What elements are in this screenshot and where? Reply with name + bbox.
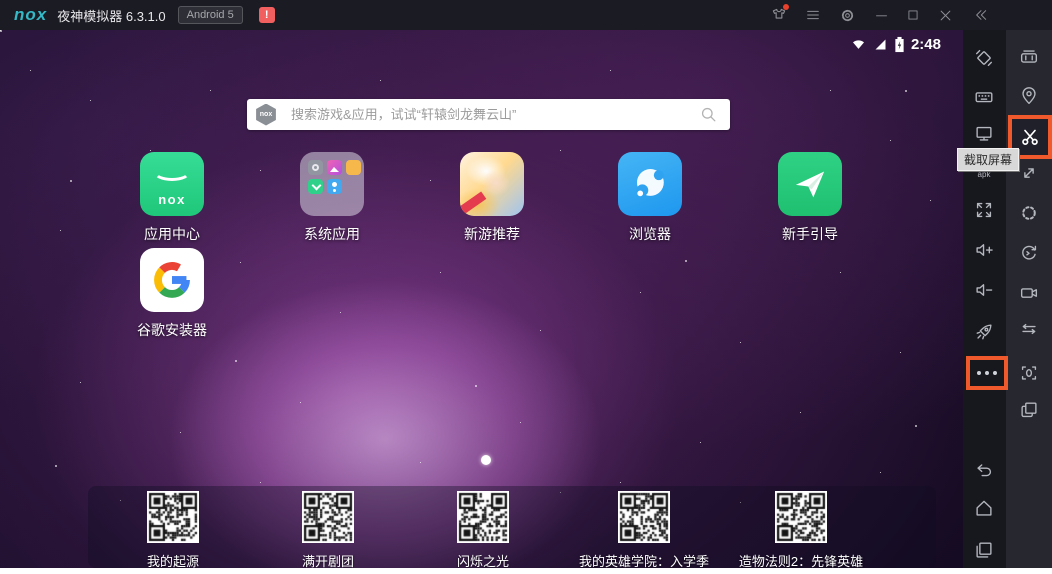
window-title: 夜神模拟器 6.3.1.0 [57,8,166,24]
apk-text: apk [977,169,991,179]
stars-layer-bright [0,30,2,32]
page-indicator-dot [481,455,491,465]
highlight-box-more [966,356,1008,390]
qr-label: 我的英雄学院：入学季 [578,554,709,568]
new-games-icon [460,152,524,216]
qr-dock: 我的起源 满开剧团 闪烁之光 我的英雄学院：入学季 造物法则2：先锋英雄 [88,486,936,568]
download-mini-icon [308,179,323,194]
minimize-icon[interactable] [869,3,893,27]
video-camera-icon[interactable] [1017,281,1041,305]
signal-icon [875,39,886,50]
my-computer-icon[interactable] [972,121,996,145]
app-google-installer[interactable]: 谷歌安装器 [124,248,220,340]
window-bottom-margin [0,568,1052,574]
qr-code [775,491,827,543]
browser-icon [618,152,682,216]
fullscreen-icon[interactable] [972,198,996,222]
qr-label: 闪烁之光 [456,554,509,568]
battery-charging-icon [895,36,904,53]
search-input[interactable] [289,106,691,123]
menu-icon[interactable] [801,3,825,27]
screenshot-scissors-icon[interactable] [1018,125,1042,149]
qr-item: 我的起源 [93,491,253,568]
nox-wordmark: nox [158,192,186,207]
qr-label: 造物法则2：先锋英雄 [738,554,864,568]
nox-logo: nox [14,5,48,24]
qr-code [457,491,509,543]
android-screen: 2:48 nox nox 应用中心 系统应用 [0,30,963,568]
titlebar: nox 夜神模拟器 6.3.1.0 Android 5 ! [0,0,1052,30]
qr-label: 满开剧团 [301,554,354,568]
shake-icon[interactable] [972,46,996,70]
home-nav-icon[interactable] [972,496,996,520]
alert-badge[interactable]: ! [258,7,275,23]
resize-window-icon[interactable] [1017,161,1041,185]
nox-emulator-window: nox 夜神模拟器 6.3.1.0 Android 5 ! 2:48 nox 搜… [0,0,1052,574]
app-beginner-guide[interactable]: 新手引导 [762,152,858,244]
collapse-sidebar-icon[interactable] [969,3,993,27]
status-bar: 2:48 [850,36,941,53]
close-icon[interactable] [933,3,957,27]
settings-mini-icon [308,160,323,175]
virtual-location-icon[interactable] [1017,84,1041,108]
google-g-icon [140,248,204,312]
qr-item: 满开剧团 [248,491,408,568]
shirt-theme-icon[interactable] [767,3,791,27]
back-nav-icon[interactable] [972,458,996,482]
smile-arc [153,162,191,181]
qr-item: 闪烁之光 [403,491,563,568]
screenshot-tooltip: 截取屏幕 [957,148,1020,171]
loading-spinner-icon[interactable] [1017,201,1041,225]
search-bar[interactable]: nox [247,99,730,130]
app-label: 应用中心 [144,226,200,242]
android-version-badge: Android 5 [177,5,243,25]
more-options-icon[interactable] [977,371,997,375]
qr-item: 造物法则2：先锋英雄 [721,491,881,568]
qr-code [147,491,199,543]
recent-apps-nav-icon[interactable] [972,538,996,562]
app-label: 浏览器 [629,226,671,242]
settings-gear-icon[interactable] [835,3,859,27]
swap-arrows-icon[interactable] [1017,317,1041,341]
rocket-boost-icon[interactable] [972,320,996,344]
app-browser[interactable]: 浏览器 [602,152,698,244]
app-label: 新游推荐 [464,226,520,242]
volume-up-icon[interactable] [972,238,996,262]
keyboard-icon[interactable] [972,85,996,109]
app-app-center[interactable]: nox 应用中心 [124,152,220,244]
wifi-icon [852,40,864,49]
app-label: 谷歌安装器 [137,322,207,338]
qr-code [302,491,354,543]
app-system-folder[interactable]: 系统应用 [284,152,380,244]
gallery-mini-icon [327,160,342,175]
user-mini-icon [327,179,342,194]
clock: 2:48 [910,36,941,53]
app-center-icon: nox [140,152,204,216]
files-mini-icon [346,160,361,175]
qr-label: 我的起源 [146,554,199,568]
search-icon[interactable] [699,105,718,124]
script-recorder-icon[interactable] [1017,45,1041,69]
app-label: 系统应用 [304,226,360,242]
qr-code [618,491,670,543]
restart-icon[interactable] [1017,241,1041,265]
app-new-games[interactable]: 新游推荐 [444,152,540,244]
region-capture-icon[interactable] [1017,361,1041,385]
app-label: 新手引导 [782,226,838,242]
qr-item: 我的英雄学院：入学季 [564,491,724,568]
multi-instance-icon[interactable] [1017,398,1041,422]
notification-dot [783,4,789,10]
paper-plane-icon [778,152,842,216]
maximize-icon[interactable] [901,3,925,27]
nox-hex-badge: nox [256,103,276,126]
system-apps-folder-icon [300,152,364,216]
volume-down-icon[interactable] [972,278,996,302]
